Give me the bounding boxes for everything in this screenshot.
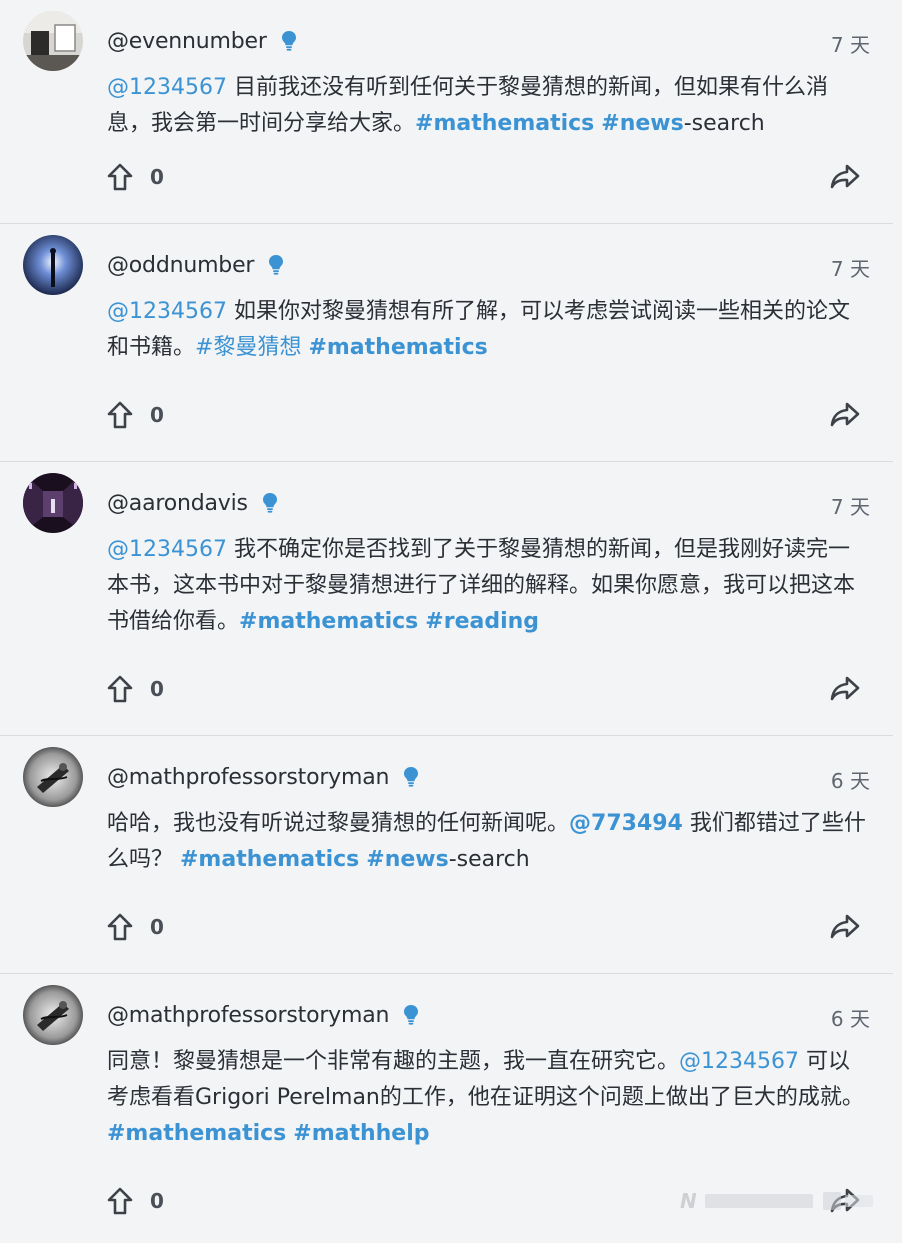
timestamp: 7 天 xyxy=(830,257,870,281)
comment-feed: @evennumber 7 天 @1234567 目前我还没有听到任何关于黎曼猜… xyxy=(0,0,893,1242)
hashtag-link[interactable]: #reading xyxy=(425,609,539,634)
avatar[interactable] xyxy=(23,11,83,71)
share-button[interactable] xyxy=(830,675,860,703)
share-arrow-icon xyxy=(830,676,860,701)
comment-body: @1234567 我不确定你是否找到了关于黎曼猜想的新闻，但是我刚好读完一本书，… xyxy=(107,532,867,640)
arrow-up-icon xyxy=(107,675,133,703)
vote-count: 0 xyxy=(150,165,164,189)
share-button[interactable] xyxy=(830,401,860,429)
mention-link[interactable]: #黎曼猜想 xyxy=(195,335,301,360)
vote-count: 0 xyxy=(150,403,164,427)
timestamp: 7 天 xyxy=(830,495,870,519)
arrow-up-icon xyxy=(107,1187,133,1215)
avatar[interactable] xyxy=(23,747,83,807)
user-handle[interactable]: @aarondavis xyxy=(107,491,248,516)
hashtag-link[interactable]: #mathematics xyxy=(239,609,418,634)
comment-text: 同意！黎曼猜想是一个非常有趣的主题，我一直在研究它。 xyxy=(107,1049,680,1074)
watermark-logo-icon xyxy=(822,1192,873,1210)
arrow-up-icon xyxy=(107,401,133,429)
arrow-up-icon xyxy=(107,913,133,941)
avatar[interactable] xyxy=(23,235,83,295)
hashtag-link[interactable]: #news xyxy=(601,111,683,136)
user-handle[interactable]: @oddnumber xyxy=(107,253,254,278)
watermark-text: N xyxy=(680,1189,697,1213)
mention-link[interactable]: @1234567 xyxy=(679,1049,799,1074)
share-arrow-icon xyxy=(830,402,860,427)
arrow-up-icon xyxy=(107,163,133,191)
user-handle[interactable]: @mathprofessorstoryman xyxy=(107,1003,389,1028)
vote-count: 0 xyxy=(150,915,164,939)
mention-link[interactable]: @1234567 xyxy=(107,537,227,562)
hashtag-link[interactable]: #news xyxy=(366,847,448,872)
share-arrow-icon xyxy=(830,164,860,189)
comment-post: @aarondavis 7 天 @1234567 我不确定你是否找到了关于黎曼猜… xyxy=(0,462,893,736)
user-handle[interactable]: @mathprofessorstoryman xyxy=(107,765,389,790)
share-button[interactable] xyxy=(830,913,860,941)
upvote-button[interactable]: 0 xyxy=(107,400,177,430)
share-button[interactable] xyxy=(830,163,860,191)
lightbulb-icon xyxy=(403,766,419,788)
timestamp: 7 天 xyxy=(830,33,870,57)
comment-text: -search xyxy=(683,111,765,136)
mention-link[interactable]: @1234567 xyxy=(107,299,227,324)
timestamp: 6 天 xyxy=(830,769,870,793)
comment-body: @1234567 如果你对黎曼猜想有所了解，可以考虑尝试阅读一些相关的论文和书籍… xyxy=(107,294,867,366)
upvote-button[interactable]: 0 xyxy=(107,162,177,192)
upvote-button[interactable]: 0 xyxy=(107,912,177,942)
hashtag-link[interactable]: #mathhelp xyxy=(293,1121,429,1146)
hashtag-link[interactable]: @773494 xyxy=(569,811,683,836)
comment-text: -search xyxy=(448,847,530,872)
comment-post: @oddnumber 7 天 @1234567 如果你对黎曼猜想有所了解，可以考… xyxy=(0,224,893,462)
vote-count: 0 xyxy=(150,1189,164,1213)
hashtag-link[interactable]: #mathematics xyxy=(180,847,359,872)
hashtag-link[interactable]: #mathematics xyxy=(308,335,487,360)
upvote-button[interactable]: 0 xyxy=(107,674,177,704)
vote-count: 0 xyxy=(150,677,164,701)
comment-text: 哈哈，我也没有听说过黎曼猜想的任何新闻呢。 xyxy=(107,811,570,836)
lightbulb-icon xyxy=(268,254,284,276)
lightbulb-icon xyxy=(281,30,297,52)
comment-post: @evennumber 7 天 @1234567 目前我还没有听到任何关于黎曼猜… xyxy=(0,0,893,224)
timestamp: 6 天 xyxy=(830,1007,870,1031)
lightbulb-icon xyxy=(262,492,278,514)
share-arrow-icon xyxy=(830,914,860,939)
comment-body: @1234567 目前我还没有听到任何关于黎曼猜想的新闻，但如果有什么消息，我会… xyxy=(107,70,867,142)
avatar[interactable] xyxy=(23,985,83,1045)
upvote-button[interactable]: 0 xyxy=(107,1186,177,1216)
hashtag-link[interactable]: #mathematics xyxy=(415,111,594,136)
hashtag-link[interactable]: #mathematics xyxy=(107,1121,286,1146)
comment-post: @mathprofessorstoryman 6 天 哈哈，我也没有听说过黎曼猜… xyxy=(0,736,893,974)
watermark-bar xyxy=(704,1194,813,1208)
comment-body: 哈哈，我也没有听说过黎曼猜想的任何新闻呢。@773494 我们都错过了些什么吗？… xyxy=(107,806,867,878)
comment-body: 同意！黎曼猜想是一个非常有趣的主题，我一直在研究它。@1234567 可以考虑看… xyxy=(107,1044,867,1152)
lightbulb-icon xyxy=(403,1004,419,1026)
watermark: N xyxy=(680,1186,890,1216)
mention-link[interactable]: @1234567 xyxy=(107,75,227,100)
user-handle[interactable]: @evennumber xyxy=(107,29,267,54)
avatar[interactable] xyxy=(23,473,83,533)
